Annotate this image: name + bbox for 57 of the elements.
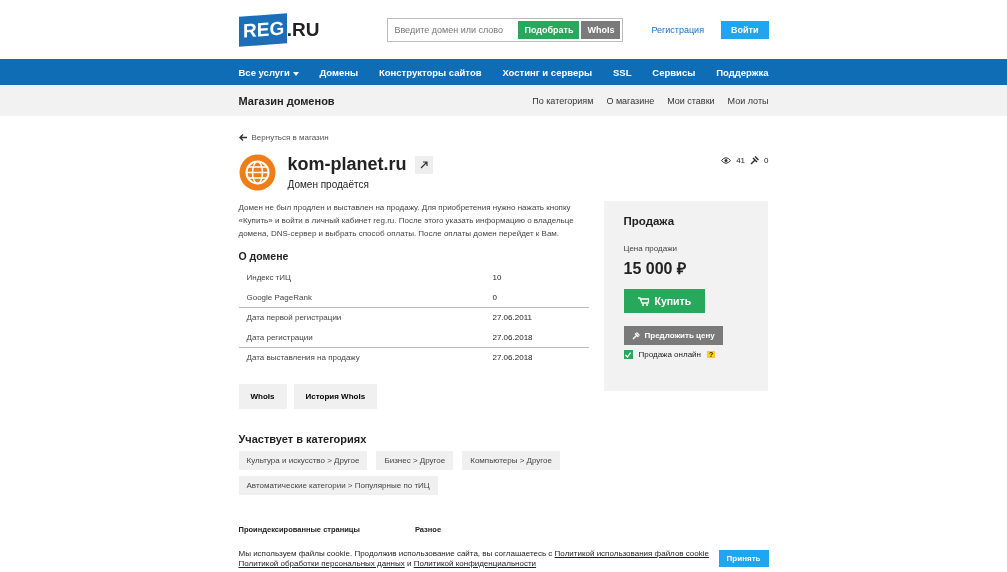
table-cell-text: Дата первой регистрации bbox=[246, 313, 343, 323]
section-title: Магазин доменов bbox=[238, 94, 335, 107]
panel-title: Продажа bbox=[623, 215, 676, 227]
description: Домен не был продлен и выставлен на продажу. Для приобретения нужно нажать кнопку «Купить» и войти в личный кабинет reg.ru. После этого указать информацию о владельце домена, DNS-сервер и выбрать способ оплаты. После оплаты домен перейдет к Вам. bbox=[238, 202, 575, 240]
online-sale-label: Продажа онлайн bbox=[638, 350, 701, 359]
category-tag[interactable]: Автоматические категории > Популярные по тИЦ bbox=[238, 475, 438, 495]
table-cell-text: Google PageRank bbox=[246, 292, 313, 302]
whois-action-button[interactable]: WhoIs bbox=[238, 383, 287, 409]
back-arrow-icon bbox=[238, 134, 247, 141]
domain-status: Домен продаётся bbox=[287, 179, 370, 190]
nav-item[interactable]: SSL bbox=[613, 66, 632, 78]
section-heading: О домене bbox=[238, 250, 290, 262]
table-cell: 27.06.2018 bbox=[492, 353, 533, 363]
policy-link[interactable]: Политикой использования файлов cookie bbox=[554, 548, 709, 558]
nav-item[interactable]: Хостинг и серверы bbox=[502, 66, 593, 78]
table-cell: 27.06.2018 bbox=[492, 332, 533, 342]
subnav-link[interactable]: По категориям bbox=[532, 95, 594, 106]
policy-link[interactable]: Политикой конфиденциальности bbox=[413, 558, 537, 568]
gavel-icon bbox=[631, 331, 640, 340]
cart-icon bbox=[637, 296, 649, 306]
table-cell-text: Индекс тИЦ bbox=[246, 273, 292, 283]
table-cell-text: Дата выставления на продажу bbox=[246, 353, 361, 363]
logo[interactable]: REG bbox=[238, 12, 287, 47]
section-heading: Участвует в категориях bbox=[238, 432, 368, 445]
subnav-link[interactable]: Мои лоты bbox=[727, 95, 769, 106]
views-count: 41 bbox=[736, 156, 746, 165]
table-cell: 10 bbox=[492, 273, 502, 283]
nav-item[interactable]: Конструкторы сайтов bbox=[378, 66, 482, 78]
globe-icon bbox=[238, 154, 276, 191]
table-cell: 0 bbox=[492, 292, 497, 302]
external-link-icon[interactable] bbox=[414, 155, 433, 174]
whois-button[interactable]: WhoIs bbox=[581, 20, 621, 39]
subnav-link[interactable]: Мои ставки bbox=[667, 95, 715, 106]
subnav-link[interactable]: О магазине bbox=[606, 95, 655, 106]
category-tag[interactable]: Компьютеры > Другое bbox=[462, 450, 560, 470]
register-link[interactable]: Регистрация bbox=[651, 24, 704, 35]
domain-name: kom-planet.ru bbox=[287, 154, 407, 175]
price: 15 000 ₽ bbox=[623, 259, 687, 279]
category-tag[interactable]: Бизнес > Другое bbox=[376, 450, 454, 470]
table-cell: 27.06.2011 bbox=[492, 313, 532, 323]
cookie-notice: Мы используем файлы cookie. Продолжив использование сайта, вы соглашаетесь с Политикой использования файлов cookie Политикой обработки персональных данных и Политикой конфиденциальности bbox=[238, 548, 710, 569]
whois-action-button[interactable]: История WhoIs bbox=[293, 383, 378, 409]
logo-suffix: .RU bbox=[286, 18, 320, 41]
offer-price-button[interactable]: Предложить цену bbox=[623, 326, 723, 345]
back-link[interactable]: Вернуться в магазин bbox=[251, 133, 329, 142]
nav-item[interactable]: Все услуги bbox=[238, 66, 299, 78]
eye-icon bbox=[721, 157, 732, 164]
price-label: Цена продажи bbox=[623, 244, 678, 253]
category-tag[interactable]: Культура и искусство > Другое bbox=[238, 450, 368, 470]
table-cell-text: Дата регистрации bbox=[246, 332, 314, 342]
nav-item[interactable]: Сервисы bbox=[652, 66, 696, 78]
nav-item[interactable]: Домены bbox=[319, 66, 359, 78]
bids-count: 0 bbox=[764, 156, 769, 165]
policy-link[interactable]: Политикой обработки персональных данных bbox=[238, 558, 405, 568]
gavel-icon bbox=[750, 156, 760, 165]
nav-item[interactable]: Поддержка bbox=[716, 66, 769, 78]
checkbox[interactable] bbox=[623, 350, 633, 359]
